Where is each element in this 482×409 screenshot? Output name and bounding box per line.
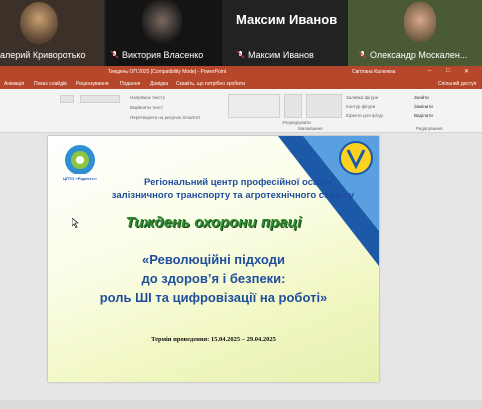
ribbon-tabs: Анімація Показ слайдів Рецензування Пода…: [0, 78, 482, 89]
slide-theme-line-1: «Революційні підходи: [142, 252, 285, 267]
tab-view[interactable]: Подання: [120, 81, 140, 87]
minimize-icon[interactable]: –: [428, 68, 431, 74]
find-button[interactable]: Знайти: [414, 95, 429, 100]
participant-name-wrap: Олександр Москален...: [358, 50, 482, 60]
quick-styles[interactable]: [306, 94, 342, 118]
tell-me-search[interactable]: Скажіть, що потрібно зробити: [176, 81, 245, 87]
select-button[interactable]: Виділити: [414, 113, 433, 118]
mic-muted-icon: [358, 50, 367, 59]
logo-text: ЦПТО «Рідністъ»: [63, 176, 97, 181]
participant-tile-3[interactable]: Максим Иванов: [224, 0, 344, 66]
screen: алерий Криворотько Виктория Власенко Мак…: [0, 0, 482, 409]
share-button[interactable]: Спільний доступ: [438, 81, 476, 87]
tab-animation[interactable]: Анімація: [4, 81, 24, 87]
participant-name: Олександр Москален...: [370, 50, 468, 60]
slide-theme-line-3: роль ШІ та цифровізації на роботі»: [99, 290, 328, 305]
slide-org-line-1: Регіональний центр професійної освіти: [144, 177, 332, 188]
mouse-cursor-icon: [72, 218, 79, 228]
participant-tile-2[interactable]: Виктория Власенко: [106, 0, 222, 66]
tab-review[interactable]: Рецензування: [76, 81, 109, 87]
participant-name: Виктория Власенко: [122, 50, 204, 60]
slide[interactable]: ЦПТО «Рідністъ» Регіональний центр профе…: [48, 136, 379, 382]
align-text-button[interactable]: Вирівняти текст: [130, 105, 163, 110]
text-direction-button[interactable]: Напрямок тексту: [130, 95, 165, 100]
participant-video: [142, 0, 182, 46]
mic-muted-icon: [110, 50, 119, 59]
shape-fill-button[interactable]: Заливка фігури: [346, 95, 378, 100]
group-editing-label: Редагування: [416, 126, 443, 131]
font-size-box[interactable]: [60, 95, 74, 103]
participant-name-wrap: Виктория Власенко: [110, 50, 222, 60]
ppt-titlebar: Тиждень ОП 2025 [Compatibility Mode] - P…: [0, 66, 482, 78]
shapes-gallery[interactable]: [228, 94, 280, 118]
participant-tile-1[interactable]: алерий Криворотько: [0, 0, 104, 66]
arrange-button[interactable]: [284, 94, 302, 118]
shape-effects-button[interactable]: Ефекти для фігур: [346, 113, 383, 118]
participant-name: Максим Иванов: [248, 50, 314, 60]
maximize-icon[interactable]: □: [446, 68, 450, 74]
ribbon: Напрямок тексту Вирівняти текст Перетвор…: [0, 89, 482, 133]
arrange-label: Упорядкувати: [282, 120, 311, 125]
replace-button[interactable]: Замінити: [414, 104, 433, 109]
smartart-button[interactable]: Перетворити на рисунок SmartArt: [130, 115, 200, 120]
participant-video: [404, 2, 436, 42]
tab-help[interactable]: Довідка: [150, 81, 168, 87]
active-speaker-name: Максим Иванов: [236, 12, 338, 27]
video-strip: алерий Криворотько Виктория Власенко Мак…: [0, 0, 482, 66]
participant-name: алерий Криворотько: [0, 50, 86, 60]
participant-name-wrap: Максим Иванов: [236, 50, 344, 60]
user-name[interactable]: Світлана Калюжна: [352, 69, 395, 75]
group-drawing-label: Малювання: [298, 126, 323, 131]
participant-tile-4[interactable]: Олександр Москален...: [348, 0, 482, 66]
slide-org-line-2: залізничного транспорту та агротехнічног…: [111, 190, 355, 201]
participant-video: [20, 2, 58, 44]
status-bar: [0, 400, 482, 409]
tab-slideshow[interactable]: Показ слайдів: [34, 81, 67, 87]
slide-week-title: Тиждень охорони праці: [125, 214, 302, 231]
close-icon[interactable]: ✕: [464, 68, 469, 75]
shape-outline-button[interactable]: Контур фігури: [346, 104, 375, 109]
slide-dates: Термін проведення: 15.04.2025 – 29.04.20…: [151, 336, 276, 343]
mic-muted-icon: [236, 50, 245, 59]
paragraph-controls[interactable]: [80, 95, 120, 103]
slide-theme-line-2: до здоров’я і безпеки:: [141, 271, 286, 286]
window-title: Тиждень ОП 2025 [Compatibility Mode] - P…: [108, 69, 227, 75]
